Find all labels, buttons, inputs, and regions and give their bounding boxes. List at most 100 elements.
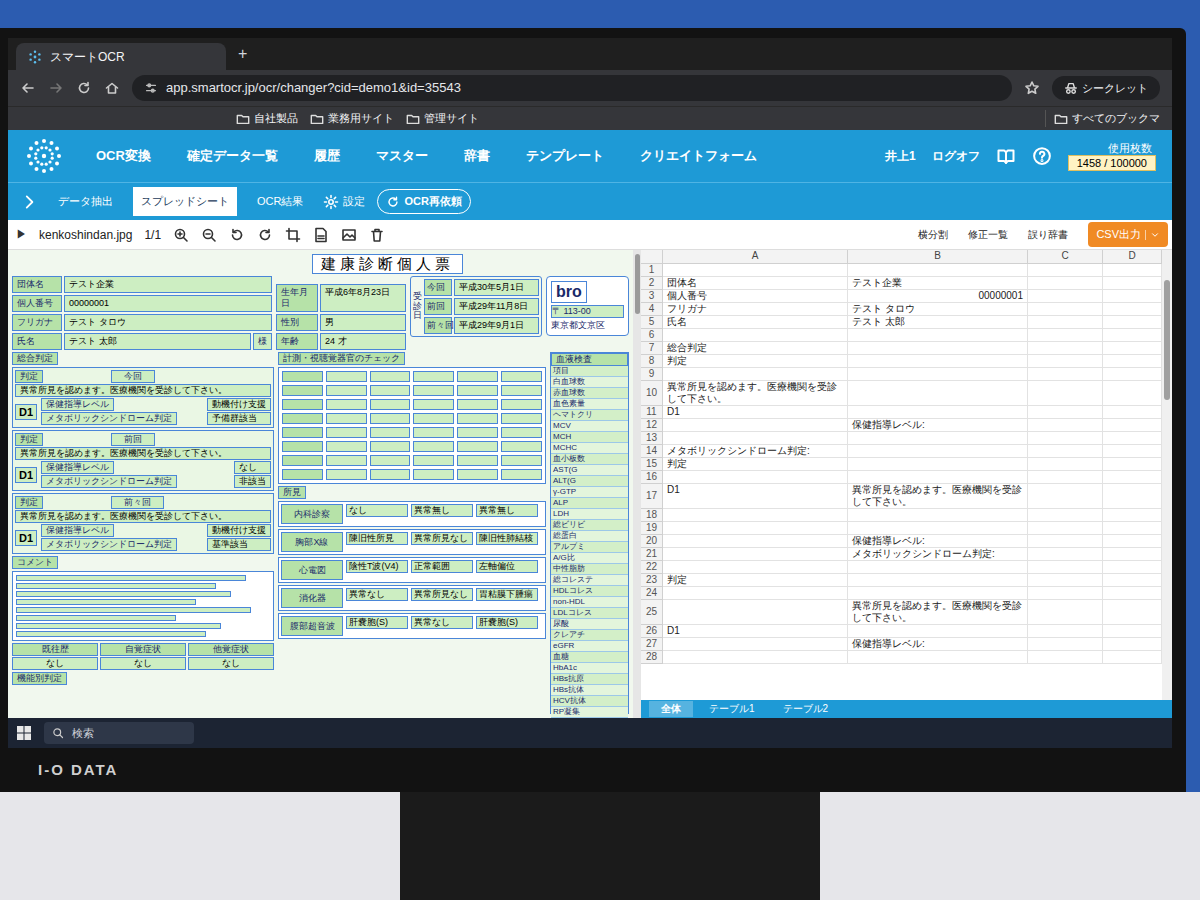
cell[interactable] <box>663 522 848 535</box>
row-header[interactable]: 25 <box>641 600 663 625</box>
bookmark-folder[interactable]: 管理サイト <box>406 110 479 127</box>
cell[interactable] <box>848 342 1028 355</box>
zoom-out-icon[interactable] <box>201 227 217 243</box>
taskbar-app-icon[interactable] <box>570 726 584 740</box>
cell[interactable] <box>1028 535 1103 548</box>
cell[interactable] <box>848 368 1028 381</box>
logoff-button[interactable]: ログオフ <box>932 147 980 165</box>
settings-button[interactable]: 設定 <box>323 193 365 210</box>
cell[interactable]: 保健指導レベル: <box>848 535 1028 548</box>
cell[interactable] <box>1103 342 1162 355</box>
trash-icon[interactable] <box>369 227 385 243</box>
cell[interactable] <box>1103 574 1162 587</box>
cell[interactable] <box>1028 368 1103 381</box>
row-header[interactable]: 9 <box>641 368 663 381</box>
cell[interactable]: D1 <box>663 484 848 509</box>
cell[interactable] <box>663 548 848 561</box>
cell[interactable] <box>1103 303 1162 316</box>
cell[interactable] <box>848 329 1028 342</box>
row-header[interactable]: 22 <box>641 561 663 574</box>
taskbar-app-icon[interactable] <box>310 726 324 740</box>
cell[interactable] <box>1103 587 1162 600</box>
cell[interactable]: 異常所見を認めます。医療機関を受診して下さい。 <box>848 600 1028 625</box>
cell[interactable]: 異常所見を認めます。医療機関を受診して下さい。 <box>663 381 848 406</box>
cell[interactable] <box>1028 381 1103 406</box>
cell[interactable]: 総合判定 <box>663 342 848 355</box>
cell[interactable]: フリガナ <box>663 303 848 316</box>
cell[interactable] <box>1103 432 1162 445</box>
cell[interactable]: 判定 <box>663 355 848 368</box>
cell[interactable] <box>1028 432 1103 445</box>
row-header[interactable]: 8 <box>641 355 663 368</box>
row-header[interactable]: 3 <box>641 290 663 303</box>
row-header[interactable]: 15 <box>641 458 663 471</box>
cell[interactable] <box>848 381 1028 406</box>
cell[interactable] <box>1103 381 1162 406</box>
column-header[interactable]: A <box>663 250 848 264</box>
csv-export-button[interactable]: CSV出力 <box>1088 222 1168 247</box>
cell[interactable] <box>1028 277 1103 290</box>
cell[interactable] <box>663 535 848 548</box>
cell[interactable]: 保健指導レベル: <box>848 419 1028 432</box>
bookmark-favicon-icon[interactable] <box>140 113 152 125</box>
cell[interactable] <box>1028 419 1103 432</box>
rotate-right-icon[interactable] <box>257 227 273 243</box>
cell[interactable] <box>848 458 1028 471</box>
bookmark-folder[interactable]: 自社製品 <box>236 110 298 127</box>
row-header[interactable]: 17 <box>641 484 663 509</box>
row-header[interactable]: 12 <box>641 419 663 432</box>
sheet-toolbar-button[interactable]: 横分割 <box>918 227 948 242</box>
cell[interactable] <box>1103 264 1162 277</box>
row-header[interactable]: 11 <box>641 406 663 419</box>
row-header[interactable]: 20 <box>641 535 663 548</box>
cell[interactable] <box>663 471 848 484</box>
bookmark-favicon-icon[interactable] <box>44 113 56 125</box>
cell[interactable] <box>1028 600 1103 625</box>
manual-book-icon[interactable] <box>996 146 1016 166</box>
cell[interactable] <box>1028 406 1103 419</box>
cell[interactable] <box>1103 355 1162 368</box>
cell[interactable] <box>848 522 1028 535</box>
cell[interactable] <box>1028 484 1103 509</box>
taskbar-app-icon[interactable] <box>414 726 428 740</box>
cell[interactable] <box>1028 329 1103 342</box>
row-header[interactable]: 16 <box>641 471 663 484</box>
taskbar-app-icon[interactable] <box>284 726 298 740</box>
sheet-tab[interactable]: テーブル2 <box>771 701 841 717</box>
nav-item[interactable]: 辞書 <box>460 146 494 166</box>
bookmark-favicon-icon[interactable] <box>20 113 32 125</box>
help-icon[interactable] <box>1032 146 1052 166</box>
cell[interactable] <box>663 329 848 342</box>
site-settings-icon[interactable] <box>144 81 158 95</box>
cell[interactable]: 異常所見を認めます。医療機関を受診して下さい。 <box>848 484 1028 509</box>
cell[interactable] <box>1028 522 1103 535</box>
cell[interactable]: 保健指導レベル: <box>848 638 1028 651</box>
row-header[interactable]: 10 <box>641 381 663 406</box>
cell[interactable] <box>1103 600 1162 625</box>
cell[interactable] <box>848 471 1028 484</box>
nav-item[interactable]: 確定データ一覧 <box>183 146 282 166</box>
row-header[interactable]: 24 <box>641 587 663 600</box>
new-tab-button[interactable]: + <box>234 42 251 70</box>
bookmark-folder[interactable]: 業務用サイト <box>310 110 394 127</box>
cell[interactable] <box>1028 548 1103 561</box>
nav-item[interactable]: OCR変換 <box>92 146 155 166</box>
cell[interactable]: 氏名 <box>663 316 848 329</box>
cell[interactable] <box>1103 290 1162 303</box>
column-header[interactable]: D <box>1103 250 1162 264</box>
cell[interactable] <box>1028 625 1103 638</box>
row-header[interactable]: 28 <box>641 651 663 664</box>
cell[interactable]: D1 <box>663 406 848 419</box>
cell[interactable]: テスト タロウ <box>848 303 1028 316</box>
cell[interactable] <box>1103 535 1162 548</box>
cell[interactable] <box>1028 638 1103 651</box>
bookmark-favicon-icon[interactable] <box>92 113 104 125</box>
cell[interactable] <box>1028 561 1103 574</box>
cell[interactable] <box>1028 509 1103 522</box>
row-header[interactable]: 26 <box>641 625 663 638</box>
cell[interactable] <box>1103 406 1162 419</box>
home-icon[interactable] <box>104 80 120 96</box>
cell[interactable] <box>848 574 1028 587</box>
nav-item[interactable]: マスター <box>372 146 432 166</box>
cell[interactable] <box>1103 561 1162 574</box>
